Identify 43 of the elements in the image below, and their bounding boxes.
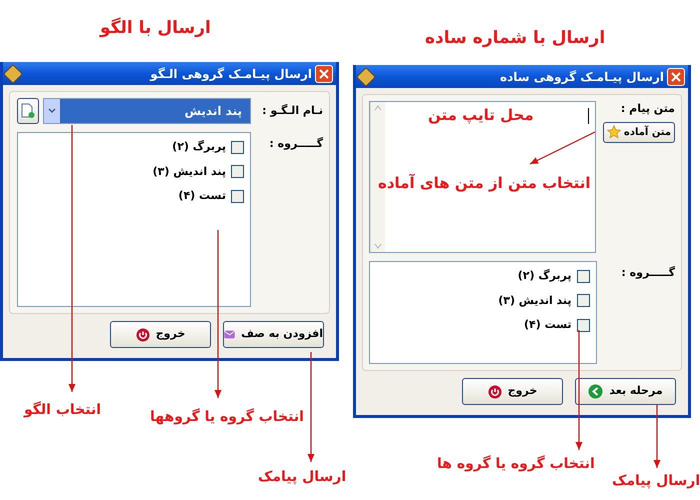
field-label: نـام الـگـو : <box>261 102 323 119</box>
annotation-arrow <box>654 405 660 468</box>
heading: ارسال با الگو <box>100 16 211 40</box>
field-label: متن پیام : <box>620 101 675 117</box>
new-document-icon <box>21 103 35 119</box>
annotation-label: انتخاب گروه یا گروهها <box>150 407 304 427</box>
close-icon <box>671 72 681 82</box>
new-template-button[interactable] <box>17 98 39 124</box>
group-checkbox-item[interactable]: پند اندیش (۳) <box>24 164 244 180</box>
annotation-label: انتخاب گروه یا گروه ها <box>437 454 595 474</box>
power-icon <box>136 328 150 342</box>
group-label: گـــــروه : <box>268 136 323 152</box>
group-label: گـــــروه : <box>620 265 675 281</box>
ready-text-button[interactable]: متن آماده <box>603 122 675 142</box>
close-button[interactable] <box>315 64 333 82</box>
next-step-button[interactable]: مرحله بعد <box>575 378 676 405</box>
group-checkbox-item[interactable]: تست (۴) <box>24 188 244 204</box>
close-icon <box>319 68 329 78</box>
app-icon <box>356 66 376 86</box>
add-to-queue-button[interactable]: افزودن به صف <box>223 321 324 348</box>
message-text-area[interactable] <box>369 101 596 253</box>
group-checkbox-item[interactable]: پربرگ (۲) <box>376 268 590 284</box>
group-checkbox-item[interactable]: پند اندیش (۳) <box>376 292 590 309</box>
group-checkbox-item[interactable]: پربرگ (۲) <box>24 139 244 156</box>
annotation-arrow <box>530 131 596 165</box>
window-title: ارسال پیـامـک گروهی ساده <box>500 68 664 86</box>
text-cursor <box>588 108 590 124</box>
heading: ارسال با شماره ساده <box>425 27 606 50</box>
window-title: ارسال پیـامـک گروهی الـگو <box>150 66 312 82</box>
envelope-icon <box>224 328 236 341</box>
annotation-label: انتخاب متن از متن های آماده <box>378 172 591 194</box>
annotation-label: ارسال پیامک <box>612 472 700 491</box>
star-icon <box>606 125 621 139</box>
close-button[interactable] <box>667 68 685 86</box>
annotation-label: انتخاب الگو <box>24 400 102 420</box>
exit-button[interactable]: خروج <box>110 321 211 348</box>
exit-button[interactable]: خروج <box>462 378 563 405</box>
power-icon <box>488 384 502 398</box>
annotation-label: محل تایپ متن <box>428 105 534 126</box>
group-checkbox-item[interactable]: تست (۴) <box>376 317 590 334</box>
annotation-label: ارسال پیامک <box>258 468 346 487</box>
template-dropdown[interactable]: پند اندیش <box>43 98 251 124</box>
app-icon <box>3 64 23 84</box>
